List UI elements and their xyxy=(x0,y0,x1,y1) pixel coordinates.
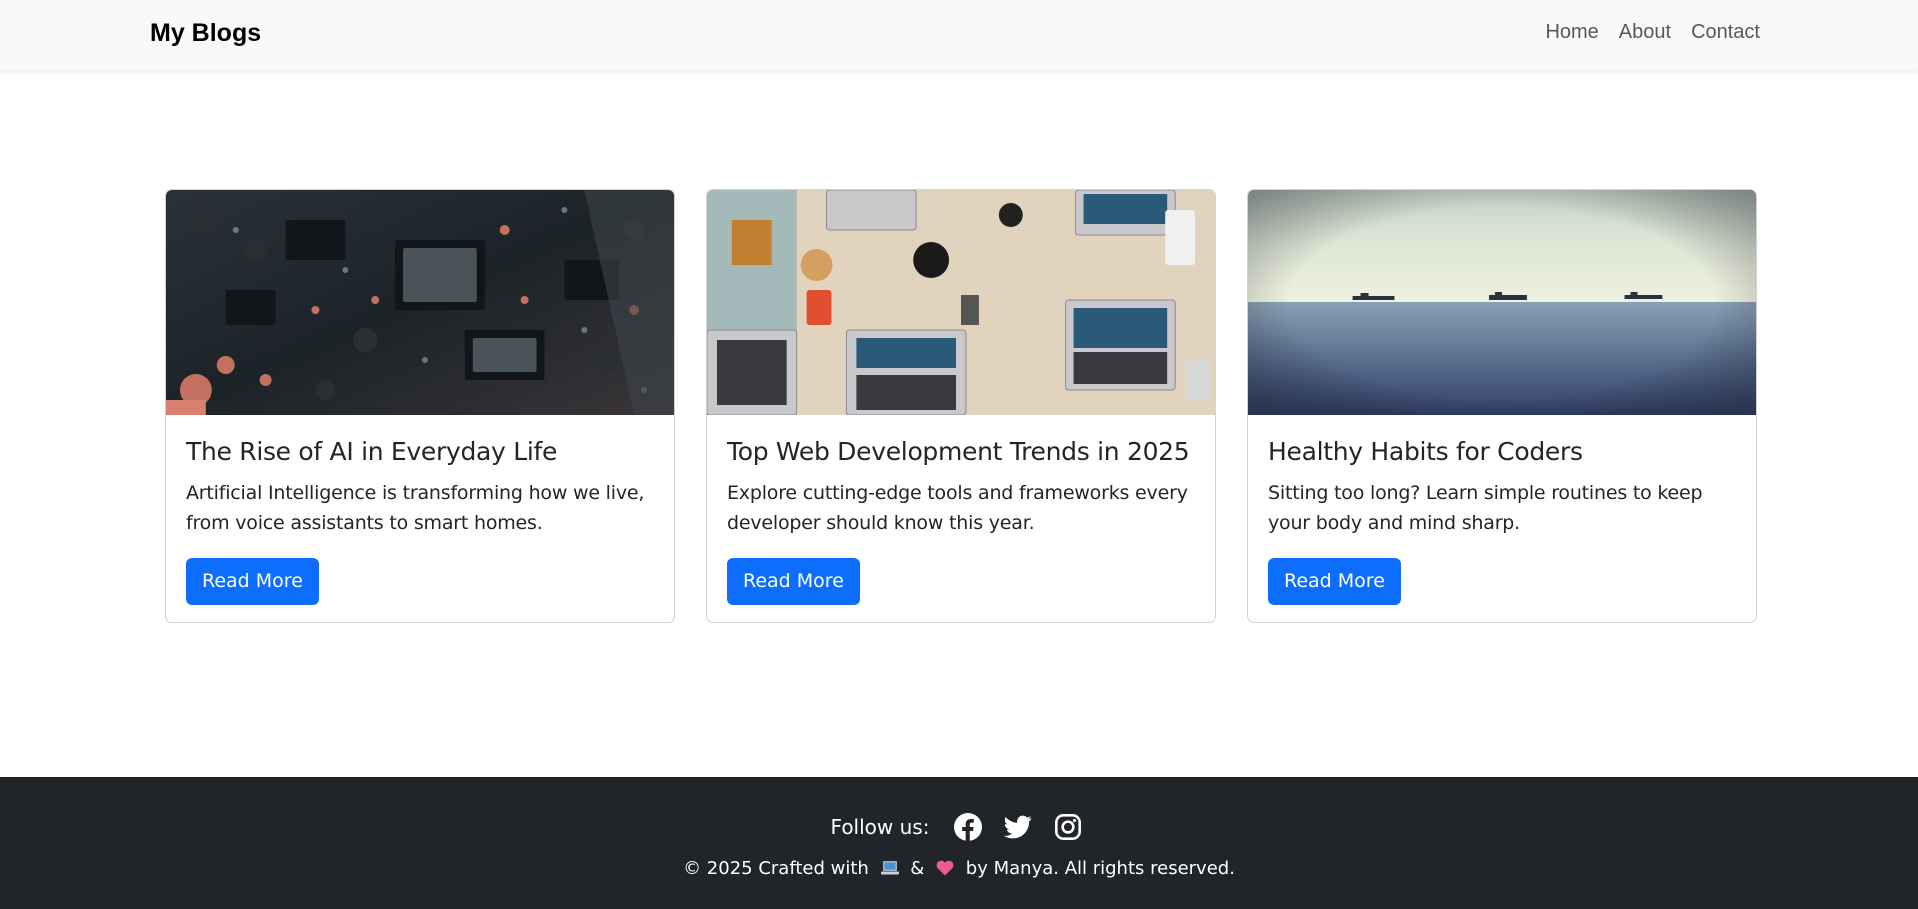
card-text: Artificial Intelligence is transforming … xyxy=(186,482,645,534)
heart-icon xyxy=(936,860,954,876)
read-more-button[interactable]: Read More xyxy=(1268,558,1401,605)
blog-cards: The Rise of AI in Everyday Life Artifici… xyxy=(165,189,1757,623)
brand-logo[interactable]: My Blogs xyxy=(150,19,261,48)
circuit-board-image xyxy=(166,190,674,415)
copyright-text: © 2025 Crafted with & by Manya. All righ… xyxy=(0,858,1918,879)
footer: Follow us: © 2025 Crafted with & by Many… xyxy=(0,777,1918,909)
navbar: My Blogs Home About Contact xyxy=(0,0,1918,70)
social-row: Follow us: xyxy=(0,813,1918,841)
follow-label: Follow us: xyxy=(830,815,930,839)
card-text: Sitting too long? Learn simple routines … xyxy=(1268,482,1703,534)
card-body: Healthy Habits for Coders Sitting too lo… xyxy=(1248,415,1756,605)
card-title: Top Web Development Trends in 2025 xyxy=(727,437,1190,466)
nav-links: Home About Contact xyxy=(1545,21,1760,44)
laptop-icon xyxy=(880,861,899,875)
sea-ships-image xyxy=(1248,190,1756,415)
copyright-prefix: © 2025 Crafted with xyxy=(683,858,869,879)
laptops-desk-image xyxy=(707,190,1215,415)
nav-link-home[interactable]: Home xyxy=(1545,21,1598,44)
blog-card: Top Web Development Trends in 2025 Explo… xyxy=(706,189,1216,623)
nav-link-about[interactable]: About xyxy=(1619,21,1671,44)
blog-card: The Rise of AI in Everyday Life Artifici… xyxy=(165,189,675,623)
card-text: Explore cutting-edge tools and framework… xyxy=(727,482,1188,534)
nav-link-contact[interactable]: Contact xyxy=(1691,21,1760,44)
copyright-suffix: by Manya. All rights reserved. xyxy=(965,858,1235,879)
copyright-amp: & xyxy=(910,858,925,879)
instagram-icon[interactable] xyxy=(1054,813,1082,841)
blog-card: Healthy Habits for Coders Sitting too lo… xyxy=(1247,189,1757,623)
card-title: The Rise of AI in Everyday Life xyxy=(186,437,558,466)
card-body: The Rise of AI in Everyday Life Artifici… xyxy=(166,415,674,605)
twitter-icon[interactable] xyxy=(1004,813,1033,841)
card-body: Top Web Development Trends in 2025 Explo… xyxy=(707,415,1215,605)
facebook-icon[interactable] xyxy=(954,813,983,841)
card-title: Healthy Habits for Coders xyxy=(1268,437,1583,466)
read-more-button[interactable]: Read More xyxy=(727,558,860,605)
read-more-button[interactable]: Read More xyxy=(186,558,319,605)
